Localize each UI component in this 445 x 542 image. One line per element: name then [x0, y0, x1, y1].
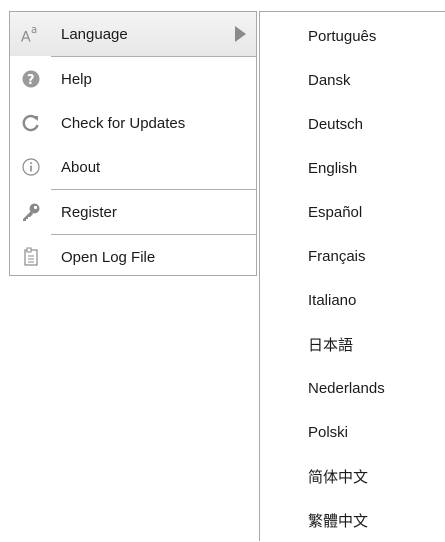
svg-text:?: ?	[27, 73, 35, 88]
key-icon	[20, 201, 42, 223]
menu-item-language[interactable]: A a Language	[10, 12, 256, 56]
svg-text:A: A	[21, 30, 31, 45]
language-item[interactable]: Polski	[260, 410, 445, 454]
menu-item-label: Help	[61, 70, 92, 88]
language-submenu: Português Dansk Deutsch English Español …	[259, 11, 445, 541]
language-item[interactable]: Italiano	[260, 278, 445, 322]
language-item[interactable]: Français	[260, 234, 445, 278]
refresh-icon	[20, 112, 42, 134]
language-item[interactable]: 日本語	[260, 322, 445, 366]
language-item[interactable]: English	[260, 146, 445, 190]
menu-item-check-for-updates[interactable]: Check for Updates	[10, 101, 256, 145]
menu-item-open-log-file[interactable]: Open Log File	[10, 235, 256, 279]
log-file-icon	[20, 246, 42, 268]
menu-item-help[interactable]: ? Help	[10, 57, 256, 101]
language-item[interactable]: Nederlands	[260, 366, 445, 410]
language-icon: A a	[20, 23, 42, 45]
menu-item-label: Register	[61, 203, 117, 221]
menu-item-register[interactable]: Register	[10, 190, 256, 234]
language-item[interactable]: 简体中文	[260, 454, 445, 498]
menu-item-label: Open Log File	[61, 248, 156, 266]
menu-item-label: Check for Updates	[61, 114, 186, 132]
language-item[interactable]: Português	[260, 14, 445, 58]
info-icon	[20, 156, 42, 178]
menu-item-label: Language	[61, 25, 128, 43]
help-icon: ?	[20, 68, 42, 90]
language-item[interactable]: 繁體中文	[260, 498, 445, 542]
menu-item-label: About	[61, 158, 101, 176]
svg-text:a: a	[31, 25, 37, 36]
context-menu: A a Language ? Help Check for Updates Ab…	[9, 11, 257, 276]
language-item[interactable]: Deutsch	[260, 102, 445, 146]
submenu-arrow-icon	[235, 26, 246, 42]
language-item[interactable]: Español	[260, 190, 445, 234]
menu-item-about[interactable]: About	[10, 145, 256, 189]
language-item[interactable]: Dansk	[260, 58, 445, 102]
